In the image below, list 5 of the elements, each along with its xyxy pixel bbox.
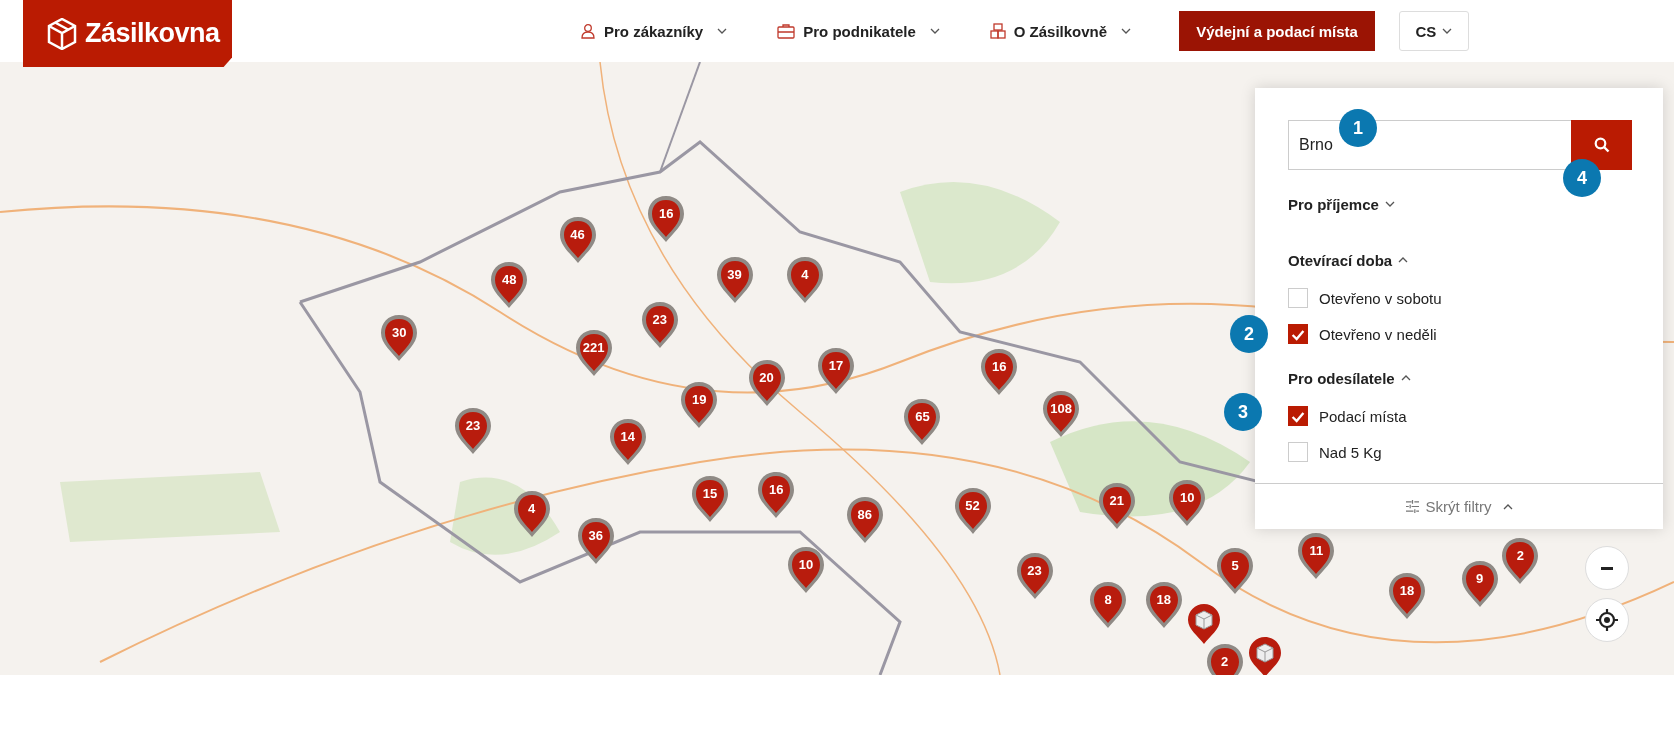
logo-text: Zásilkovna — [85, 18, 220, 49]
option-label: Podací místa — [1319, 407, 1407, 425]
option-label: Otevřeno v sobotu — [1319, 289, 1442, 307]
option-label: Nad 5 Kg — [1319, 443, 1382, 461]
option-label: Otevřeno v neděli — [1319, 325, 1437, 343]
